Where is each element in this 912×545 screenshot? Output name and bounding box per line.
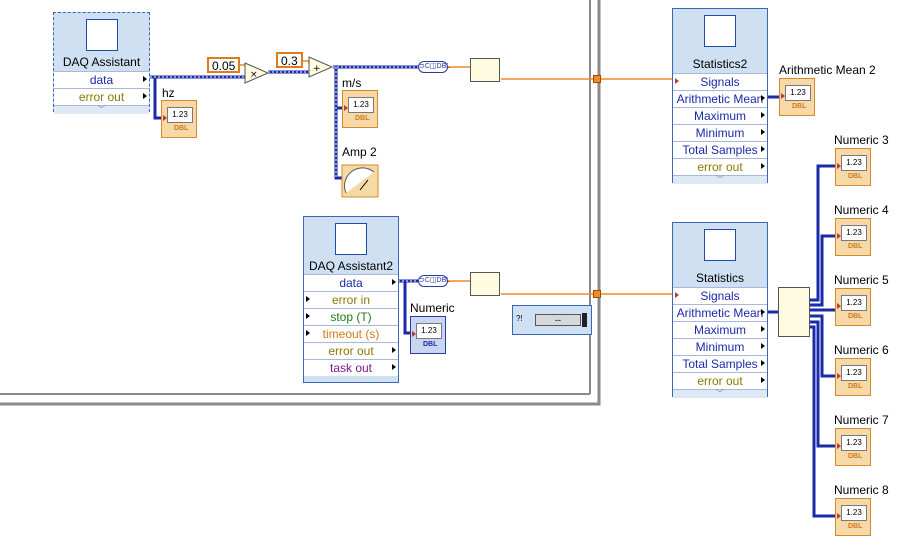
statistics2-node[interactable]: Statistics2 Signals Arithmetic Mean Maxi… bbox=[672, 8, 768, 184]
stats-mean-terminal[interactable]: Arithmetic Mean bbox=[673, 304, 767, 321]
daq-assistant-icon bbox=[85, 19, 118, 51]
stats2-error-out-terminal[interactable]: error out bbox=[673, 158, 767, 175]
build-array-2[interactable] bbox=[470, 272, 500, 296]
stats2-maximum-terminal[interactable]: Maximum bbox=[673, 107, 767, 124]
statistics2-title: Statistics2 bbox=[692, 57, 748, 71]
constant-0-05[interactable]: 0.05 bbox=[207, 57, 241, 73]
statistics-title: Statistics bbox=[695, 271, 744, 285]
daq2-error-in-terminal[interactable]: error in bbox=[304, 291, 398, 308]
numeric4-label: Numeric 4 bbox=[834, 203, 889, 217]
expand-handle[interactable]: ﹀ bbox=[54, 105, 149, 114]
stats2-signals-terminal[interactable]: Signals bbox=[673, 73, 767, 90]
numeric7-label: Numeric 7 bbox=[834, 413, 889, 427]
time-control[interactable]: ?! -- bbox=[512, 305, 592, 335]
numeric8-indicator[interactable]: 1.23 DBL bbox=[835, 498, 871, 536]
daq2-error-out-terminal[interactable]: error out bbox=[304, 342, 398, 359]
stats2-total-samples-terminal[interactable]: Total Samples bbox=[673, 141, 767, 158]
loop-tunnel-1[interactable] bbox=[593, 75, 601, 83]
daq2-task-out-terminal[interactable]: task out bbox=[304, 359, 398, 376]
hz-indicator[interactable]: 1.23 DBL bbox=[161, 100, 197, 138]
amp2-label: Amp 2 bbox=[342, 145, 377, 159]
stats-maximum-terminal[interactable]: Maximum bbox=[673, 321, 767, 338]
statistics-node[interactable]: Statistics Signals Arithmetic Mean Maxim… bbox=[672, 222, 768, 398]
unbundle-node[interactable] bbox=[778, 287, 810, 337]
svg-text:+: + bbox=[313, 64, 321, 74]
loop-tunnel-2[interactable] bbox=[593, 290, 601, 298]
stats-total-samples-terminal[interactable]: Total Samples bbox=[673, 355, 767, 372]
stats-signals-terminal[interactable]: Signals bbox=[673, 287, 767, 304]
numeric-indicator[interactable]: 1.23 DBL bbox=[410, 316, 446, 354]
daq-assistant-node[interactable]: DAQ Assistant data error out ﹀ bbox=[53, 12, 150, 114]
numeric-label: Numeric bbox=[410, 301, 455, 315]
convert-dynamic-data-2[interactable]: ⊃C◫DBL bbox=[418, 275, 450, 287]
daq2-data-terminal[interactable]: data bbox=[304, 274, 398, 291]
daq-assistant-data-terminal[interactable]: data bbox=[54, 71, 149, 88]
convert-dynamic-data-1[interactable]: ⊃C◫DBL bbox=[418, 61, 450, 73]
numeric3-label: Numeric 3 bbox=[834, 133, 889, 147]
numeric6-indicator[interactable]: 1.23 DBL bbox=[835, 358, 871, 396]
daq2-timeout-terminal[interactable]: timeout (s) bbox=[304, 325, 398, 342]
mean2-label: Arithmetic Mean 2 bbox=[779, 63, 876, 77]
amp2-gauge-indicator[interactable] bbox=[342, 165, 378, 197]
daq-assistant2-icon bbox=[335, 223, 367, 255]
stats2-minimum-terminal[interactable]: Minimum bbox=[673, 124, 767, 141]
daq2-stop-terminal[interactable]: stop (T) bbox=[304, 308, 398, 325]
numeric5-label: Numeric 5 bbox=[834, 273, 889, 287]
ms-label: m/s bbox=[342, 76, 362, 90]
expand-handle[interactable]: ﹀ bbox=[673, 389, 767, 398]
daq-assistant2-node[interactable]: DAQ Assistant2 data error in stop (T) ti… bbox=[303, 216, 399, 383]
numeric8-label: Numeric 8 bbox=[834, 483, 889, 497]
hz-label: hz bbox=[162, 86, 175, 100]
daq-assistant-error-out-terminal[interactable]: error out bbox=[54, 88, 149, 105]
mean2-indicator[interactable]: 1.23 DBL bbox=[779, 78, 815, 116]
constant-0-3[interactable]: 0.3 bbox=[276, 52, 303, 68]
svg-text:×: × bbox=[250, 70, 258, 80]
stats-minimum-terminal[interactable]: Minimum bbox=[673, 338, 767, 355]
build-array-1[interactable] bbox=[470, 58, 500, 82]
stats2-mean-terminal[interactable]: Arithmetic Mean bbox=[673, 90, 767, 107]
numeric3-indicator[interactable]: 1.23 DBL bbox=[835, 148, 871, 186]
numeric4-indicator[interactable]: 1.23 DBL bbox=[835, 218, 871, 256]
daq-assistant2-title: DAQ Assistant2 bbox=[308, 259, 394, 273]
statistics-icon bbox=[704, 229, 736, 261]
statistics2-icon bbox=[704, 15, 736, 47]
numeric5-indicator[interactable]: 1.23 DBL bbox=[835, 288, 871, 326]
numeric6-label: Numeric 6 bbox=[834, 343, 889, 357]
ms-indicator[interactable]: 1.23 DBL bbox=[342, 90, 378, 128]
expand-handle[interactable]: ﹀ bbox=[673, 175, 767, 184]
daq-assistant-title: DAQ Assistant bbox=[62, 55, 141, 69]
stats-error-out-terminal[interactable]: error out bbox=[673, 372, 767, 389]
numeric7-indicator[interactable]: 1.23 DBL bbox=[835, 428, 871, 466]
